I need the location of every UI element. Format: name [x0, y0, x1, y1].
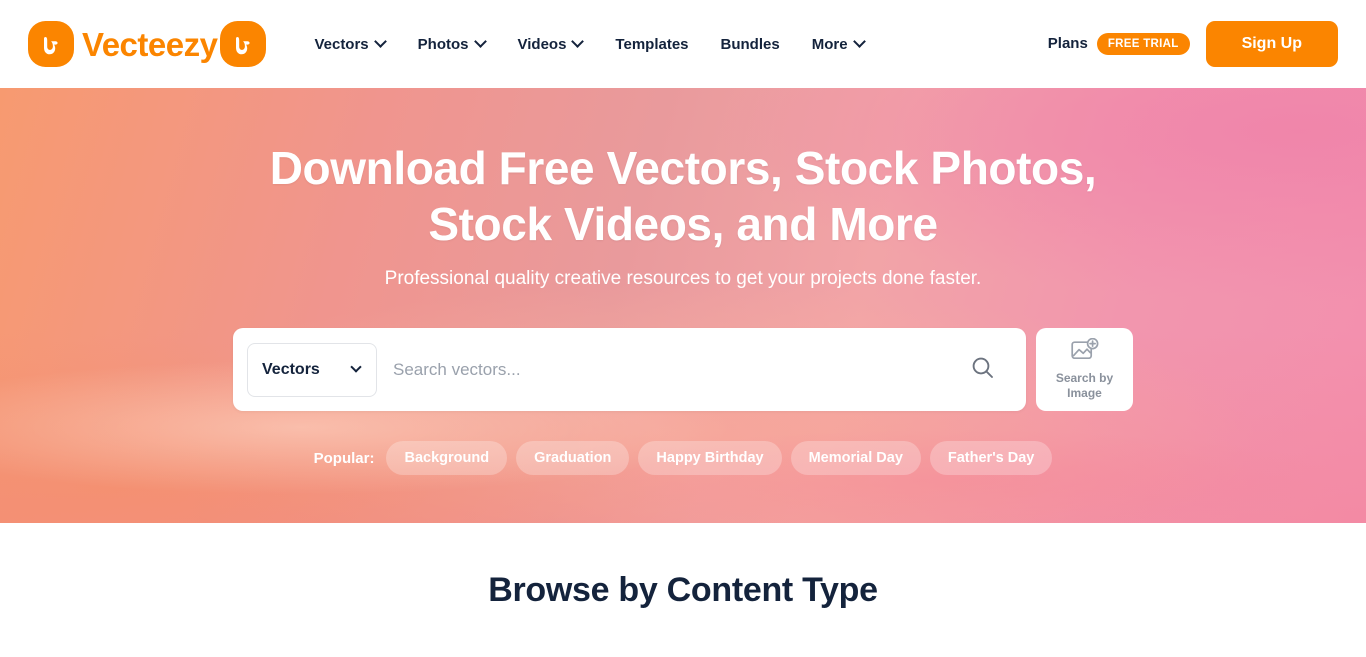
- free-trial-badge[interactable]: FREE TRIAL: [1096, 33, 1190, 55]
- chevron-down-icon: [573, 37, 583, 47]
- chevron-down-icon: [352, 363, 362, 373]
- search-type-select[interactable]: Vectors: [247, 342, 377, 397]
- plans-link[interactable]: Plans FREE TRIAL: [1048, 33, 1190, 55]
- nav-item-more[interactable]: More: [796, 28, 881, 61]
- search-row: Vectors Search vectors... Search by Imag…: [0, 328, 1366, 412]
- main-navigation: Vectors Photos Videos Templates Bundles …: [298, 28, 880, 61]
- search-by-image-line-2: Image: [1067, 386, 1102, 401]
- section-title: Browse by Content Type: [488, 570, 878, 609]
- search-input[interactable]: [377, 359, 962, 380]
- nav-item-label: Videos: [517, 35, 567, 53]
- hero-title-line-1: Download Free Vectors, Stock Photos,: [269, 142, 1097, 194]
- chevron-down-icon: [855, 37, 865, 47]
- search-by-image-line-1: Search by: [1055, 371, 1114, 386]
- nav-item-label: Templates: [615, 35, 689, 53]
- nav-item-vectors[interactable]: Vectors: [298, 28, 401, 61]
- hero-subtitle: Professional quality creative resources …: [384, 268, 982, 290]
- popular-searches: Popular: Background Graduation Happy Bir…: [0, 441, 1366, 476]
- hero-title-line-2: Stock Videos, and More: [428, 198, 938, 251]
- logo-wordmark: Vecteezy: [82, 25, 218, 63]
- site-header: Vecteezy Vectors Photos Videos Templates…: [0, 0, 1366, 88]
- vecteezy-mark-icon: [28, 21, 74, 67]
- search-by-image-label: Search by Image: [1056, 371, 1113, 401]
- vecteezy-mark-icon-secondary: [220, 21, 267, 67]
- popular-tag-background[interactable]: Background: [386, 441, 508, 476]
- hero-content: Download Free Vectors, Stock Photos, Sto…: [0, 88, 1366, 476]
- chevron-down-icon: [376, 37, 386, 47]
- search-type-value: Vectors: [262, 360, 320, 378]
- nav-item-label: Vectors: [314, 35, 369, 53]
- nav-item-templates[interactable]: Templates: [599, 28, 704, 61]
- search-submit-button[interactable]: [962, 355, 1012, 384]
- nav-item-photos[interactable]: Photos: [402, 28, 502, 61]
- image-add-icon: [1070, 337, 1099, 366]
- popular-tag-happy-birthday[interactable]: Happy Birthday: [638, 441, 782, 476]
- vecteezy-logo[interactable]: Vecteezy: [28, 21, 267, 67]
- page-title: Download Free Vectors, Stock Photos, Sto…: [0, 140, 1366, 252]
- browse-by-content-type-section: Browse by Content Type: [0, 523, 1366, 657]
- popular-tag-fathers-day[interactable]: Father's Day: [929, 441, 1053, 476]
- popular-label: Popular:: [313, 449, 375, 467]
- nav-item-label: Photos: [417, 35, 469, 53]
- chevron-down-icon: [476, 37, 486, 47]
- nav-item-videos[interactable]: Videos: [502, 28, 600, 61]
- plans-label: Plans: [1047, 35, 1088, 53]
- hero-section: Download Free Vectors, Stock Photos, Sto…: [0, 88, 1366, 523]
- popular-tag-graduation[interactable]: Graduation: [516, 441, 630, 476]
- search-bar: Vectors: [233, 328, 1026, 412]
- popular-tag-memorial-day[interactable]: Memorial Day: [790, 441, 921, 476]
- search-by-image-button[interactable]: Search by Image: [1036, 328, 1133, 412]
- nav-item-bundles[interactable]: Bundles: [705, 28, 796, 61]
- nav-item-label: Bundles: [720, 35, 780, 53]
- nav-item-label: More: [811, 35, 848, 53]
- search-icon: [970, 355, 996, 384]
- sign-up-button[interactable]: Sign Up: [1205, 21, 1338, 67]
- header-actions: Plans FREE TRIAL Sign Up: [1048, 21, 1338, 67]
